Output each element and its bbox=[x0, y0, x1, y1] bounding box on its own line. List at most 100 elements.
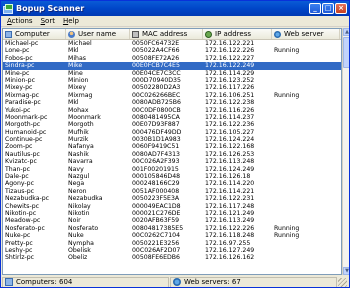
menu-sort[interactable]: Sort bbox=[37, 17, 59, 25]
cell-web-server bbox=[272, 143, 340, 150]
cell-mac-address: 00E07D93F887 bbox=[132, 121, 180, 129]
cell-computer: Michael-pc bbox=[5, 40, 39, 47]
cell-web-server bbox=[272, 247, 340, 254]
cell-ip-address: 172.16.122.226 bbox=[205, 47, 255, 55]
cell-web-server bbox=[272, 129, 340, 136]
cell-ip-address: 172.16.122.236 bbox=[205, 121, 255, 129]
table-row[interactable]: Nuke-pc Nuke 00C0262C7104 172.16.118.248 Run… bbox=[3, 232, 341, 239]
table-row[interactable]: Leshy-pc Obelisk 00C026AF2D07 172.16.127.24… bbox=[3, 247, 341, 254]
table-row[interactable]: Yukoi-pc Mohax 00C0DF0800CB 172.16.116.226 bbox=[3, 107, 341, 114]
menu-actions[interactable]: Actions bbox=[3, 17, 37, 25]
table-row[interactable]: Mine-pc Mine 00E04CE7C3CC 172.16.114.229 bbox=[3, 70, 341, 77]
cell-ip-address: 172.16.124.224 bbox=[205, 136, 255, 144]
cell-ip-address: 172.16.105.227 bbox=[205, 128, 255, 136]
cell-mac-address: 0050223F5E3A bbox=[132, 195, 180, 203]
table-row[interactable]: Moonmark-pc Moonmark 0080481495CA 172.16.11… bbox=[3, 114, 341, 121]
cell-computer: Shtirlz-pc bbox=[5, 254, 35, 262]
cell-user-name: Noir bbox=[68, 217, 81, 225]
scroll-thumb[interactable] bbox=[343, 37, 349, 68]
cell-computer: Morgoth-pc bbox=[5, 121, 41, 129]
window-title: Bopup Scanner bbox=[16, 4, 85, 13]
table-row[interactable]: Nosferato-pc Nosferato 00804817385E5 172.16… bbox=[3, 225, 341, 232]
table-row[interactable]: Shtirlz-pc Obeliz 00508FE6EDB6 172.16.126.1… bbox=[3, 254, 341, 261]
cell-computer: Dale-pc bbox=[5, 173, 29, 181]
table-row[interactable]: Minion-pc Minion 000D70940D35 172.16.123.25… bbox=[3, 77, 341, 84]
table-row[interactable]: Than-pc Navy 001F00201915 172.16.124.249 bbox=[3, 166, 341, 173]
table-row[interactable]: Dale-pc Nazgul 000105846D48 172.16.126.18 bbox=[3, 173, 341, 180]
cell-web-server bbox=[272, 77, 340, 84]
table-row[interactable]: Pretty-pc Nympha 0050221E3256 172.16.97.255 bbox=[3, 240, 341, 247]
column-header-ip-address[interactable]: IP address bbox=[203, 29, 272, 39]
table-body: Michael-pc Michael 0050FC64732E 172.16.122.… bbox=[3, 40, 341, 262]
cell-ip-address: 172.16.127.249 bbox=[205, 246, 255, 254]
maximize-button[interactable]: □ bbox=[322, 3, 334, 14]
cell-user-name: Obelisk bbox=[68, 246, 91, 254]
vertical-scrollbar[interactable]: ▲ ▼ bbox=[342, 28, 349, 275]
cell-ip-address: 172.16.97.255 bbox=[205, 239, 251, 247]
cell-ip-address: 172.16.114.220 bbox=[205, 180, 255, 188]
close-button[interactable]: × bbox=[335, 3, 347, 14]
menu-help[interactable]: Help bbox=[59, 17, 83, 25]
cell-mac-address: 00508FE72A26 bbox=[132, 54, 180, 62]
cell-ip-address: 172.16.122.231 bbox=[205, 195, 255, 203]
cell-user-name: Mkl bbox=[68, 47, 79, 55]
status-computers: Computers: 604 bbox=[2, 276, 169, 287]
table-row[interactable]: Mixey-pc Mixey 00502280D2A3 172.16.117.226 bbox=[3, 84, 341, 91]
status-computers-text: Computers: 604 bbox=[16, 278, 73, 286]
table-row[interactable]: Zoom-pc Nafanya 0060F9419C51 172.16.122.168 bbox=[3, 143, 341, 150]
table-row[interactable]: Sindra-pc Mike 00E0FCB7C4E5 172.16.122.249 bbox=[3, 62, 341, 70]
table-row[interactable]: Lone-pc Mkl 005022A4CF66 172.16.122.226 Runn… bbox=[3, 47, 341, 54]
scroll-up-icon[interactable]: ▲ bbox=[343, 28, 349, 36]
cell-computer: Nautilus-pc bbox=[5, 150, 40, 158]
table-row[interactable]: Meadow-pc Noir 0020AFB63F59 172.16.113.249 bbox=[3, 217, 341, 224]
column-header-computer[interactable]: Computer bbox=[3, 29, 66, 39]
table-row[interactable]: Continue-pc Murzik 0030B1D1A983 172.16.124.… bbox=[3, 136, 341, 143]
cell-mac-address: 0050221E3256 bbox=[132, 239, 180, 247]
table-row[interactable]: Nezabudka-pc Nezabudka 0050223F5E3A 172.16.… bbox=[3, 195, 341, 202]
cell-user-name: Mufhik bbox=[68, 128, 89, 136]
cell-computer: Lone-pc bbox=[5, 47, 30, 55]
cell-web-server bbox=[272, 99, 340, 106]
table-row[interactable]: Morgoth-pc Morgoth 00E07D93F887 172.16.122.… bbox=[3, 121, 341, 128]
minimize-button[interactable]: _ bbox=[309, 3, 321, 14]
cell-computer: Agony-pc bbox=[5, 180, 34, 188]
table-row[interactable]: Fobos-pc Mihas 00508FE72A26 172.16.122.227 bbox=[3, 55, 341, 62]
cell-mac-address: 00C0DF0800CB bbox=[132, 106, 181, 114]
title-bar[interactable]: Bopup Scanner _ □ × bbox=[1, 1, 349, 16]
cell-mac-address: 000D70940D35 bbox=[132, 76, 181, 84]
cell-mac-address: 00C0262C7104 bbox=[132, 232, 181, 240]
cell-ip-address: 172.16.126.18 bbox=[205, 173, 251, 181]
table-row[interactable]: Nautilus-pc Nashik 0080AD7F4313 172.16.126.… bbox=[3, 151, 341, 158]
cell-user-name: Michael bbox=[68, 40, 92, 47]
cell-user-name: Nashik bbox=[68, 150, 89, 158]
table-row[interactable]: Agony-pc Nega 000248166C29 172.16.114.220 bbox=[3, 180, 341, 187]
table-row[interactable]: Michael-pc Michael 0050FC64732E 172.16.122.… bbox=[3, 40, 341, 47]
cell-computer: Nikotin-pc bbox=[5, 209, 37, 217]
column-header-user-name[interactable]: User name bbox=[66, 29, 130, 39]
column-header-web-server[interactable]: Web server bbox=[272, 29, 340, 39]
resize-grip-icon[interactable] bbox=[338, 277, 347, 287]
table-row[interactable]: Chewits-pc Nikolay 000049EAC1D8 172.16.117.… bbox=[3, 203, 341, 210]
cell-user-name: Nazgul bbox=[68, 173, 90, 181]
cell-web-server bbox=[272, 84, 340, 91]
cell-computer: Paradise-pc bbox=[5, 99, 41, 107]
scroll-down-icon[interactable]: ▼ bbox=[343, 267, 349, 275]
cell-mac-address: 0080481495CA bbox=[132, 113, 180, 121]
table-row[interactable]: Mixmag-pc Mixmag 00C026266BEC 172.16.106.25… bbox=[3, 92, 341, 99]
cell-user-name: Navarra bbox=[68, 158, 93, 166]
computers-table: Computer User name MAC address IP addres… bbox=[2, 28, 342, 275]
cell-mac-address: 0051AF000408 bbox=[132, 187, 180, 195]
cell-ip-address: 172.16.117.226 bbox=[205, 84, 255, 92]
cell-web-server bbox=[272, 210, 340, 217]
cell-web-server bbox=[272, 195, 340, 202]
cell-ip-address: 172.16.118.248 bbox=[205, 232, 255, 240]
table-row[interactable]: Humanoid-pc Mufhik 000476DF49DD 172.16.105.… bbox=[3, 129, 341, 136]
table-row[interactable]: Paradise-pc Mkl 0080ADB725B6 172.16.122.238 bbox=[3, 99, 341, 106]
cell-user-name: Nuke bbox=[68, 232, 84, 240]
table-row[interactable]: Kvizatc-pc Navarra 00C026A2F393 172.16.113.… bbox=[3, 158, 341, 165]
column-header-mac-address[interactable]: MAC address bbox=[130, 29, 203, 39]
cell-mac-address: 005022A4CF66 bbox=[132, 47, 180, 55]
table-row[interactable]: Tizaus-pc Neron 0051AF000408 172.16.114.221 bbox=[3, 188, 341, 195]
cell-ip-address: 172.16.106.251 bbox=[205, 91, 255, 99]
table-row[interactable]: Nikotin-pc Nikotin 000021C276DE 172.16.121.… bbox=[3, 210, 341, 217]
